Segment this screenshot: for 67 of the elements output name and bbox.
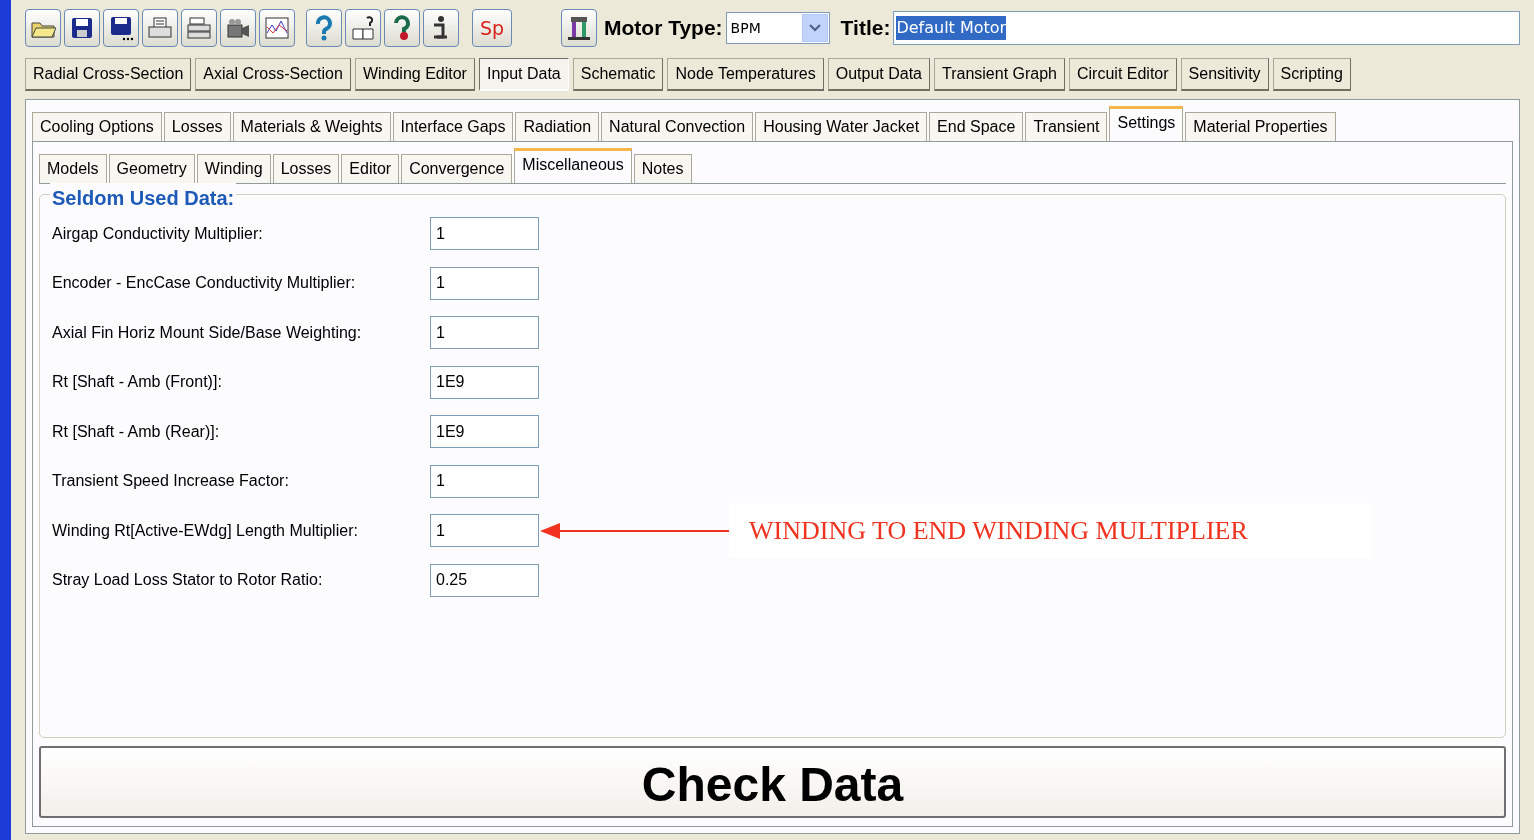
sub-tab[interactable]: Editor — [341, 154, 400, 183]
field-label: Axial Fin Horiz Mount Side/Base Weighting: — [52, 322, 363, 343]
main-tab[interactable]: Node Temperatures — [667, 58, 824, 91]
sub-tab[interactable]: Convergence — [401, 154, 513, 183]
toolbar-button[interactable] — [220, 9, 256, 47]
motor-type-label: Motor Type: — [604, 15, 723, 42]
motor-button[interactable] — [561, 9, 597, 47]
input-tab[interactable]: Natural Convection — [601, 112, 754, 141]
main-tab[interactable]: Sensitivity — [1180, 58, 1269, 91]
input-tab[interactable]: Material Properties — [1185, 112, 1336, 141]
input-tab[interactable]: Transient — [1025, 112, 1108, 141]
sub-tab[interactable]: Losses — [272, 154, 340, 183]
sub-tab[interactable]: Geometry — [108, 154, 195, 183]
input-tab[interactable]: Interface Gaps — [392, 112, 514, 141]
input-field[interactable]: 1E9 — [430, 365, 539, 399]
input-tab[interactable]: Materials & Weights — [232, 112, 391, 141]
input-field[interactable]: 1 — [430, 464, 539, 498]
input-tab[interactable]: Settings — [1109, 106, 1184, 141]
sub-tab[interactable]: Miscellaneous — [514, 148, 632, 183]
input-field[interactable]: 1E9 — [430, 415, 539, 449]
field-label: Encoder - EncCase Conductivity Multiplier: — [52, 273, 357, 294]
toolbar-button[interactable] — [345, 9, 381, 47]
main-tab[interactable]: Winding Editor — [354, 58, 475, 91]
input-field[interactable]: 0.25 — [430, 563, 539, 597]
input-field[interactable]: 1 — [430, 266, 539, 300]
sub-tab[interactable]: Models — [39, 154, 107, 183]
sub-tab[interactable]: Winding — [196, 154, 271, 183]
toolbar-button[interactable] — [64, 9, 100, 47]
field-label: Rt [Shaft - Amb (Front)]: — [52, 372, 223, 393]
field-label: Airgap Conductivity Multiplier: — [52, 223, 264, 244]
input-tab[interactable]: Losses — [163, 112, 231, 141]
main-tab[interactable]: Radial Cross-Section — [25, 58, 192, 91]
field-label: Winding Rt[Active-EWdg] Length Multiplier: — [52, 520, 359, 541]
toolbar-button[interactable] — [181, 9, 217, 47]
main-tab[interactable]: Transient Graph — [934, 58, 1065, 91]
main-tab[interactable]: Scripting — [1272, 58, 1351, 91]
title-field[interactable]: Default Motor — [893, 11, 1520, 45]
field-label: Stray Load Loss Stator to Rotor Ratio: — [52, 570, 324, 591]
input-tab[interactable]: End Space — [929, 112, 1024, 141]
printer-icon — [147, 15, 173, 41]
main-tab[interactable]: Circuit Editor — [1069, 58, 1177, 91]
motor-icon — [566, 15, 592, 41]
save-as-icon — [108, 15, 134, 41]
main-tab[interactable]: Axial Cross-Section — [195, 58, 351, 91]
field-label: Rt [Shaft - Amb (Rear)]: — [52, 421, 221, 442]
main-tab[interactable]: Schematic — [572, 58, 664, 91]
toolbar-button[interactable] — [423, 9, 459, 47]
input-tab[interactable]: Radiation — [515, 112, 600, 141]
input-tab[interactable]: Housing Water Jacket — [755, 112, 928, 141]
toolbar-button[interactable] — [384, 9, 420, 47]
graph-icon — [264, 15, 290, 41]
save-icon — [69, 15, 95, 41]
help-book-icon — [350, 15, 376, 41]
title-label: Title: — [840, 15, 891, 42]
field-label: Transient Speed Increase Factor: — [52, 471, 290, 492]
sp-button[interactable]: Sp — [472, 9, 512, 47]
main-tab[interactable]: Output Data — [827, 58, 930, 91]
input-field[interactable]: 1 — [430, 514, 539, 548]
main-tab[interactable]: Input Data — [478, 58, 569, 91]
check-data-button[interactable]: Check Data — [39, 746, 1506, 818]
motor-type-dropdown[interactable]: BPM — [725, 12, 830, 44]
input-field[interactable]: 1 — [430, 217, 539, 251]
input-field[interactable]: 1 — [430, 316, 539, 350]
printer-settings-icon — [186, 15, 212, 41]
toolbar-button[interactable] — [103, 9, 139, 47]
input-tab[interactable]: Cooling Options — [32, 112, 162, 141]
sub-tab[interactable]: Notes — [633, 154, 692, 183]
